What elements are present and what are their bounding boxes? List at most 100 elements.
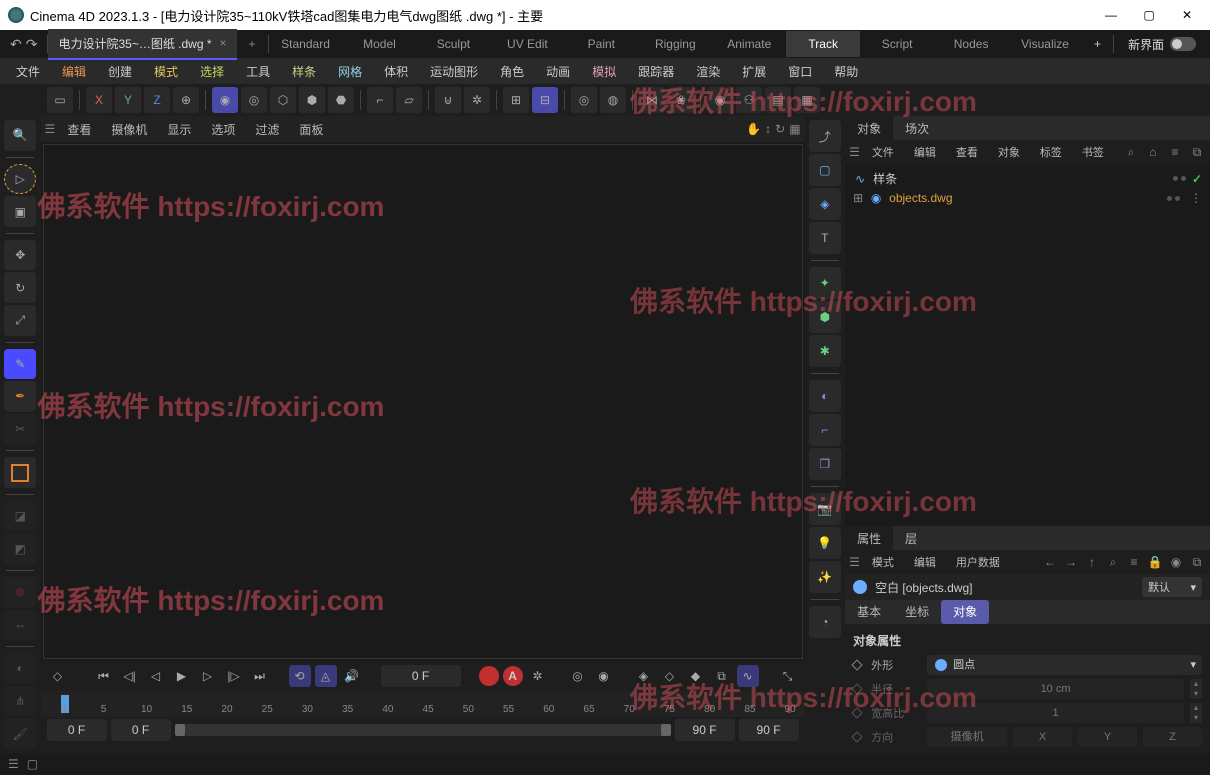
goto-start-icon[interactable]: ⏮	[93, 665, 115, 687]
obj-menu-bookmark[interactable]: 书签	[1074, 141, 1112, 163]
new-layout-toggle[interactable]	[1170, 37, 1196, 51]
camera-tool-icon[interactable]: 📷	[809, 493, 841, 525]
orient-camera-button[interactable]: 摄像机	[927, 727, 1007, 747]
preview-end[interactable]: 90 F	[739, 719, 799, 741]
undo-button[interactable]: ↶	[10, 36, 22, 53]
vp-options[interactable]: 选项	[203, 117, 243, 142]
plane-icon[interactable]: ▱	[396, 87, 422, 113]
add-layout-button[interactable]: +	[1082, 37, 1113, 51]
loop-icon[interactable]: ⟲	[289, 665, 311, 687]
menu-help[interactable]: 帮助	[824, 59, 868, 84]
obj-hamburger-icon[interactable]: ☰	[849, 145, 860, 159]
target-icon[interactable]: ◉	[707, 87, 733, 113]
shape-select[interactable]: 圆点 ▾	[927, 655, 1202, 675]
redo-button[interactable]: ↷	[26, 36, 38, 53]
film-icon[interactable]: ▦	[794, 87, 820, 113]
scale-tool-icon[interactable]: ⤢	[4, 305, 36, 336]
menu-mesh[interactable]: 网格	[328, 59, 372, 84]
extrude-tool-icon[interactable]: ◪	[4, 501, 36, 532]
axis-y-icon[interactable]: Y	[115, 87, 141, 113]
layout-tab-paint[interactable]: Paint	[564, 31, 638, 57]
magnet-icon[interactable]: ⊍	[435, 87, 461, 113]
knife-tool-icon[interactable]: ✂	[4, 414, 36, 445]
object-tree[interactable]: ∿ 样条 ✓ ⊞ ◉ objects.dwg ⋮	[845, 164, 1210, 526]
tree-row-spline[interactable]: ∿ 样条 ✓	[849, 168, 1206, 189]
vp-filter[interactable]: 过滤	[247, 117, 287, 142]
menu-select[interactable]: 选择	[190, 59, 234, 84]
tab-layers[interactable]: 层	[893, 526, 929, 550]
vp-camera[interactable]: 摄像机	[103, 117, 155, 142]
spiral1-icon[interactable]: ◎	[571, 87, 597, 113]
box-select-icon[interactable]: ▣	[4, 196, 36, 227]
quad-icon[interactable]: ▦	[789, 122, 800, 136]
coord-sys-icon[interactable]: ⊕	[173, 87, 199, 113]
angle-icon[interactable]: ⌐	[367, 87, 393, 113]
field-icon[interactable]: ⌐	[809, 414, 841, 446]
obj-popout-icon[interactable]: ⧉	[1188, 145, 1206, 160]
next-key-icon[interactable]: |▷	[223, 665, 245, 687]
timeline-window-icon[interactable]: ⤡	[777, 665, 799, 687]
butterfly-icon[interactable]: ⋈	[639, 87, 665, 113]
nav-back-icon[interactable]: ←	[1041, 555, 1059, 570]
rect-tool-icon[interactable]	[4, 457, 36, 488]
radius-input[interactable]: 10 cm	[927, 679, 1184, 699]
menu-tracker[interactable]: 跟踪器	[628, 59, 684, 84]
attr-tab-object[interactable]: 对象	[941, 600, 989, 624]
move-tool-icon[interactable]: ✥	[4, 240, 36, 271]
instance-icon[interactable]: ⬢	[809, 301, 841, 333]
axis-x-icon[interactable]: X	[86, 87, 112, 113]
solid-cube-icon[interactable]: ◈	[809, 188, 841, 220]
layout-tab-model[interactable]: Model	[343, 31, 417, 57]
status-square-icon[interactable]: ▢	[27, 757, 38, 771]
attr-menu-userdata[interactable]: 用户数据	[948, 551, 1008, 573]
menu-render[interactable]: 渲染	[686, 59, 730, 84]
weight-tool-icon[interactable]: ◐	[4, 653, 36, 684]
spin-down-icon[interactable]: ▾	[1190, 713, 1202, 723]
key-diamond-icon[interactable]	[851, 731, 862, 742]
layout-tab-uv edit[interactable]: UV Edit	[490, 31, 564, 57]
document-tab[interactable]: 电力设计院35~…图纸 .dwg * ×	[48, 29, 236, 60]
obj-menu-edit[interactable]: 编辑	[906, 141, 944, 163]
next-frame-icon[interactable]: ▷	[197, 665, 219, 687]
menu-file[interactable]: 文件	[6, 59, 50, 84]
layout-tab-rigging[interactable]: Rigging	[638, 31, 712, 57]
layout-tab-standard[interactable]: Standard	[269, 31, 343, 57]
range-end[interactable]: 90 F	[675, 719, 735, 741]
pos-key-icon[interactable]: ◎	[567, 665, 589, 687]
vp-display[interactable]: 显示	[159, 117, 199, 142]
attr-tab-basic[interactable]: 基本	[845, 600, 893, 624]
range-start[interactable]: 0 F	[111, 719, 171, 741]
layout-tab-script[interactable]: Script	[860, 31, 934, 57]
obj-menu-tag[interactable]: 标签	[1032, 141, 1070, 163]
hand-icon[interactable]: ✋	[746, 122, 761, 136]
status-hamburger-icon[interactable]: ☰	[8, 757, 19, 771]
cloner-icon[interactable]: ❐	[809, 448, 841, 480]
viewport-3d[interactable]: 佛系软件 https://foxirj.com 佛系软件 https://fox…	[43, 144, 803, 659]
cube-tool-icon[interactable]: ◉	[212, 87, 238, 113]
nav-popout-icon[interactable]: ⧉	[1188, 555, 1206, 570]
obj-search-icon[interactable]: ⌕	[1122, 145, 1140, 160]
key-gear-icon[interactable]: ✲	[527, 665, 549, 687]
scale-key-icon[interactable]: ◈	[633, 665, 655, 687]
pla-key-icon[interactable]: ◆	[685, 665, 707, 687]
attr-menu-mode[interactable]: 模式	[864, 551, 902, 573]
symmetry-icon[interactable]: ✱	[809, 335, 841, 367]
obj-menu-view[interactable]: 查看	[948, 141, 986, 163]
nav-up-icon[interactable]: ↑	[1083, 555, 1101, 570]
nav-filter-icon[interactable]: ≡	[1125, 555, 1143, 570]
axis-tool-icon[interactable]: ⤴	[809, 120, 841, 152]
delete-tool-icon[interactable]: ⊗	[4, 577, 36, 608]
menu-sim[interactable]: 模拟	[582, 59, 626, 84]
aspect-input[interactable]: 1	[927, 703, 1184, 723]
leaf-icon[interactable]: ❀	[668, 87, 694, 113]
menu-ext[interactable]: 扩展	[732, 59, 776, 84]
joint-tool-icon[interactable]: ⋔	[4, 686, 36, 717]
attr-tab-coord[interactable]: 坐标	[893, 600, 941, 624]
hex3-icon[interactable]: ⬣	[328, 87, 354, 113]
key-diamond-icon[interactable]	[851, 683, 862, 694]
obj-filter-icon[interactable]: ≡	[1166, 145, 1184, 159]
select-tool-icon[interactable]: ▷	[4, 164, 36, 195]
add-doc-tab[interactable]: +	[237, 31, 268, 57]
zoom-icon[interactable]: ↕	[765, 122, 771, 136]
key-diamond-icon[interactable]	[851, 707, 862, 718]
